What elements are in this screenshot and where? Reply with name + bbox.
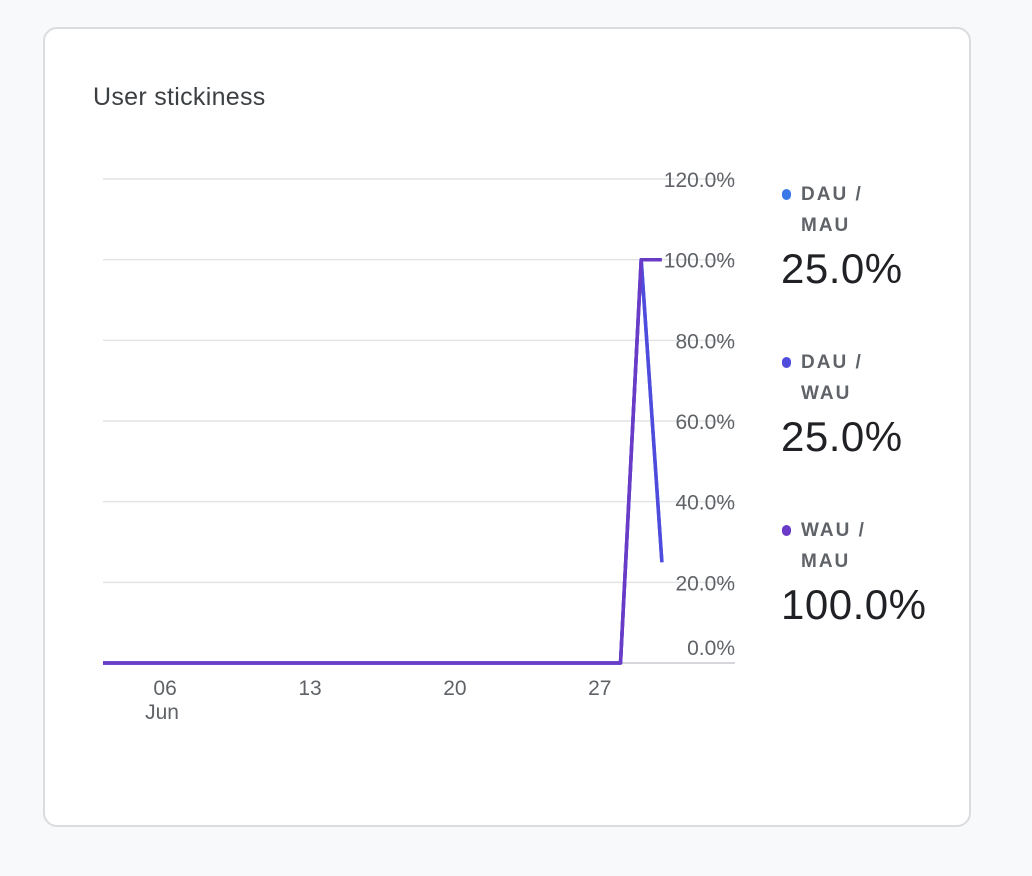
grid-lines [103,178,735,664]
series-line-dau-wau[interactable] [103,257,664,665]
y-axis-ticks: 0.0% 20.0% 40.0% 60.0% 80.0% 100.0% 120.0% [664,169,735,660]
legend: DAU / MAU 25.0% DAU / WAU 25.0% WAU / MA… [781,179,961,683]
y-tick-label: 60.0% [675,411,735,434]
y-tick-label: 40.0% [675,492,735,515]
y-tick-label: 0.0% [687,637,735,660]
legend-dot-icon [782,189,791,200]
legend-value: 100.0% [781,581,927,628]
legend-dot-icon [782,525,791,536]
legend-dot-icon [782,357,791,368]
legend-label: DAU / WAU [801,352,863,404]
y-tick-label: 20.0% [675,572,735,595]
x-tick-label: 20 [443,677,466,700]
series-line-wau-mau[interactable] [103,257,662,665]
y-tick-label: 80.0% [675,330,735,353]
legend-item-wau-mau[interactable]: WAU / MAU 100.0% [781,515,961,683]
legend-item-dau-mau[interactable]: DAU / MAU 25.0% [781,179,961,347]
legend-value: 25.0% [781,413,903,460]
legend-label: WAU / MAU [801,520,866,572]
x-tick-label: 27 [588,677,611,700]
series-line-dau-mau[interactable] [103,257,664,665]
x-axis-ticks: 06Jun 13 20 27 [145,677,611,724]
x-tick-label: 06 [153,677,176,700]
series-lines [103,257,664,665]
legend-item-dau-wau[interactable]: DAU / WAU 25.0% [781,347,961,515]
legend-value: 25.0% [781,245,903,292]
x-tick-sublabel: Jun [145,701,179,724]
user-stickiness-card: User stickiness 0.0% 20.0% 40.0% 60.0% 80.0%… [43,27,971,827]
y-tick-label: 100.0% [664,250,735,273]
legend-label: DAU / MAU [801,184,863,236]
x-tick-label: 13 [298,677,321,700]
y-tick-label: 120.0% [664,169,735,192]
